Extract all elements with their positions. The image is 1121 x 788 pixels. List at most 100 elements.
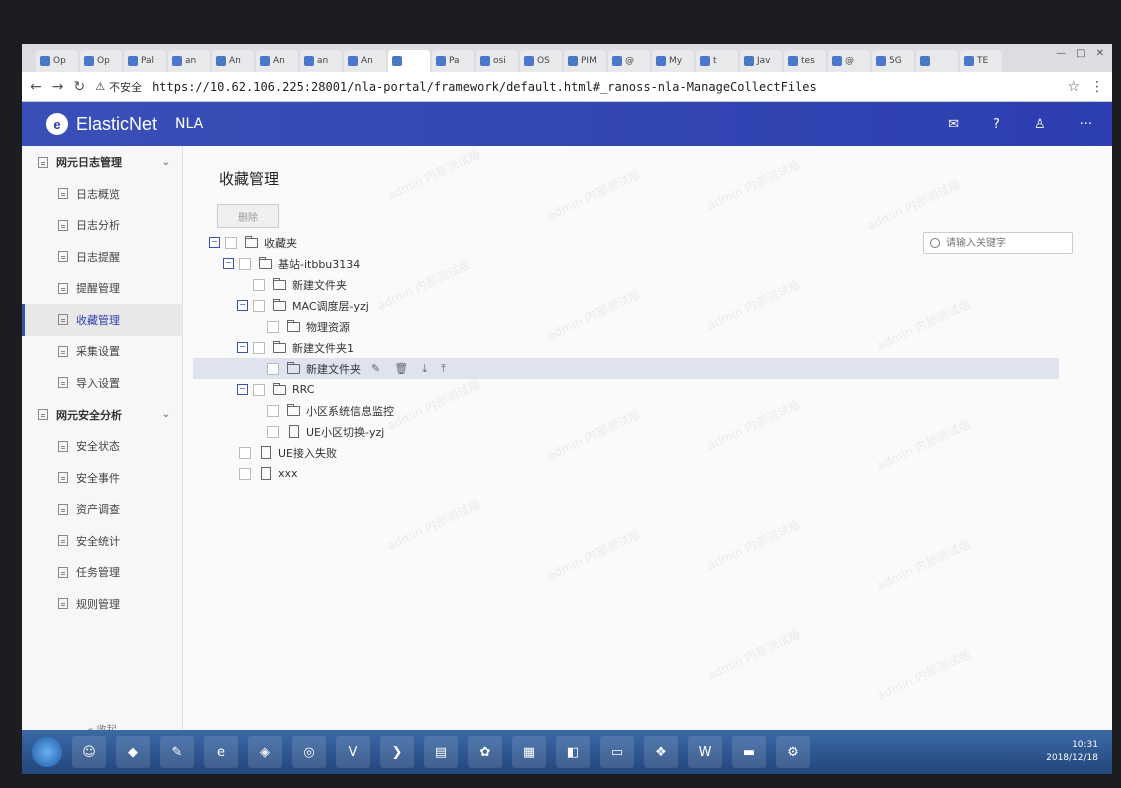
sidebar-item[interactable]: 规则管理 xyxy=(22,588,182,620)
sidebar-item[interactable]: 日志提醒 xyxy=(22,241,182,273)
sidebar-item[interactable]: 导入设置 xyxy=(22,367,182,399)
sidebar-item[interactable]: 日志分析 xyxy=(22,210,182,242)
browser-tab[interactable]: @ xyxy=(828,50,870,72)
tree-node[interactable]: UE小区切换-yzj xyxy=(209,421,949,442)
browser-tab[interactable]: osi xyxy=(476,50,518,72)
security-indicator[interactable]: ⚠ 不安全 xyxy=(95,79,142,95)
collapse-toggle-icon[interactable]: − xyxy=(237,384,248,395)
sidebar-item[interactable]: 安全统计 xyxy=(22,525,182,557)
download-icon[interactable]: ⤓ xyxy=(422,362,427,376)
tree-checkbox[interactable] xyxy=(253,299,265,312)
browser-tab[interactable]: An xyxy=(344,50,386,72)
app-icon[interactable]: ✎ xyxy=(160,736,194,768)
help-icon[interactable]: ? xyxy=(993,117,1000,132)
browser-tab[interactable]: Pal xyxy=(124,50,166,72)
app-icon[interactable]: ⚙ xyxy=(776,736,810,768)
collapse-toggle-icon[interactable]: − xyxy=(223,258,234,269)
tree-checkbox[interactable] xyxy=(253,278,265,291)
browser-tab[interactable]: TE xyxy=(960,50,1002,72)
explorer-app-icon[interactable]: ▭ xyxy=(600,736,634,768)
tree-node[interactable]: 物理资源 xyxy=(209,316,949,337)
sidebar-group[interactable]: 网元日志管理 ⌄ xyxy=(22,146,182,178)
tree-checkbox[interactable] xyxy=(253,383,265,396)
url-field[interactable]: https://10.62.106.225:28001/nla-portal/f… xyxy=(152,80,1057,94)
browser-tab[interactable]: My xyxy=(652,50,694,72)
search-input[interactable] xyxy=(944,236,1068,250)
collapse-toggle-icon[interactable]: − xyxy=(237,342,248,353)
browser-tab[interactable]: OS xyxy=(520,50,562,72)
taskbar-clock[interactable]: 10:31 2018/12/18 xyxy=(1046,739,1098,765)
tree-checkbox[interactable] xyxy=(267,320,279,333)
browser-tab[interactable] xyxy=(388,50,430,72)
app-icon[interactable]: V xyxy=(336,736,370,768)
sidebar-item[interactable]: 采集设置 xyxy=(22,336,182,368)
browser-tab[interactable]: t xyxy=(696,50,738,72)
delete-button[interactable]: 删除 xyxy=(217,204,279,228)
upload-icon[interactable]: ⤒ xyxy=(441,362,446,376)
app-icon[interactable]: ◆ xyxy=(116,736,150,768)
back-icon[interactable]: ← xyxy=(30,79,42,95)
sidebar-group[interactable]: 网元安全分析 ⌄ xyxy=(22,399,182,431)
sidebar-item[interactable]: 提醒管理 xyxy=(22,273,182,305)
ie-app-icon[interactable]: e xyxy=(204,736,238,768)
terminal-app-icon[interactable]: ▬ xyxy=(732,736,766,768)
browser-tab[interactable]: 5G xyxy=(872,50,914,72)
powershell-app-icon[interactable]: ❯ xyxy=(380,736,414,768)
tree-checkbox[interactable] xyxy=(253,341,265,354)
collapse-toggle-icon[interactable]: − xyxy=(209,237,220,248)
window-controls[interactable]: — □ ✕ xyxy=(1056,48,1104,59)
tree-checkbox[interactable] xyxy=(267,362,279,375)
sidebar-item[interactable]: 安全状态 xyxy=(22,431,182,463)
tree-node[interactable]: 新建文件夹 xyxy=(209,274,949,295)
tree-node[interactable]: 小区系统信息监控 xyxy=(209,400,949,421)
tree-checkbox[interactable] xyxy=(225,236,237,249)
app-icon[interactable]: ◧ xyxy=(556,736,590,768)
tree-checkbox[interactable] xyxy=(239,467,251,480)
browser-tab[interactable]: Op xyxy=(36,50,78,72)
user-icon[interactable]: ♙ xyxy=(1034,117,1046,132)
tree-checkbox[interactable] xyxy=(267,425,279,438)
browser-menu-icon[interactable]: ⋮ xyxy=(1090,79,1104,95)
browser-tab[interactable]: an xyxy=(168,50,210,72)
notepad-app-icon[interactable]: ▤ xyxy=(424,736,458,768)
tree-node[interactable]: UE接入失败 xyxy=(209,442,949,463)
browser-tab[interactable]: tes xyxy=(784,50,826,72)
browser-tab[interactable] xyxy=(916,50,958,72)
forward-icon[interactable]: → xyxy=(52,79,64,95)
browser-tab[interactable]: Op xyxy=(80,50,122,72)
browser-tab[interactable]: Jav xyxy=(740,50,782,72)
delete-icon[interactable]: 🗑 xyxy=(394,362,408,376)
browser-tab[interactable]: an xyxy=(300,50,342,72)
browser-tab[interactable]: PIM xyxy=(564,50,606,72)
chrome-app-icon[interactable]: ◎ xyxy=(292,736,326,768)
tree-checkbox[interactable] xyxy=(239,446,251,459)
start-button[interactable] xyxy=(32,737,62,767)
more-icon[interactable]: ··· xyxy=(1080,117,1092,132)
mail-icon[interactable]: ✉ xyxy=(948,117,959,132)
tree-node[interactable]: − RRC xyxy=(209,379,949,400)
sidebar-item[interactable]: 日志概览 xyxy=(22,178,182,210)
app-icon[interactable]: ▦ xyxy=(512,736,546,768)
sidebar-item[interactable]: 收藏管理 xyxy=(22,304,182,336)
vscode-app-icon[interactable]: ◈ xyxy=(248,736,282,768)
tree-node[interactable]: 新建文件夹 ✎ 🗑 ⤓ ⤒ xyxy=(193,358,1059,379)
tree-node[interactable]: xxx xyxy=(209,463,949,484)
browser-tab[interactable]: An xyxy=(212,50,254,72)
app-icon[interactable]: ❖ xyxy=(644,736,678,768)
bookmark-star-icon[interactable]: ☆ xyxy=(1067,79,1080,95)
tree-node[interactable]: − 基站-itbbu3134 xyxy=(209,253,949,274)
sidebar-item[interactable]: 安全事件 xyxy=(22,462,182,494)
sidebar-item[interactable]: 任务管理 xyxy=(22,557,182,589)
tree-node[interactable]: − 收藏夹 xyxy=(209,232,949,253)
paint-app-icon[interactable]: ✿ xyxy=(468,736,502,768)
tree-checkbox[interactable] xyxy=(239,257,251,270)
edit-icon[interactable]: ✎ xyxy=(371,362,380,376)
qq-app-icon[interactable]: ☺ xyxy=(72,736,106,768)
reload-icon[interactable]: ↻ xyxy=(73,79,85,95)
browser-tab[interactable]: Pa xyxy=(432,50,474,72)
tree-node[interactable]: − MAC调度层-yzj xyxy=(209,295,949,316)
word-app-icon[interactable]: W xyxy=(688,736,722,768)
tree-node[interactable]: − 新建文件夹1 xyxy=(209,337,949,358)
browser-tab[interactable]: @ xyxy=(608,50,650,72)
collapse-toggle-icon[interactable]: − xyxy=(237,300,248,311)
